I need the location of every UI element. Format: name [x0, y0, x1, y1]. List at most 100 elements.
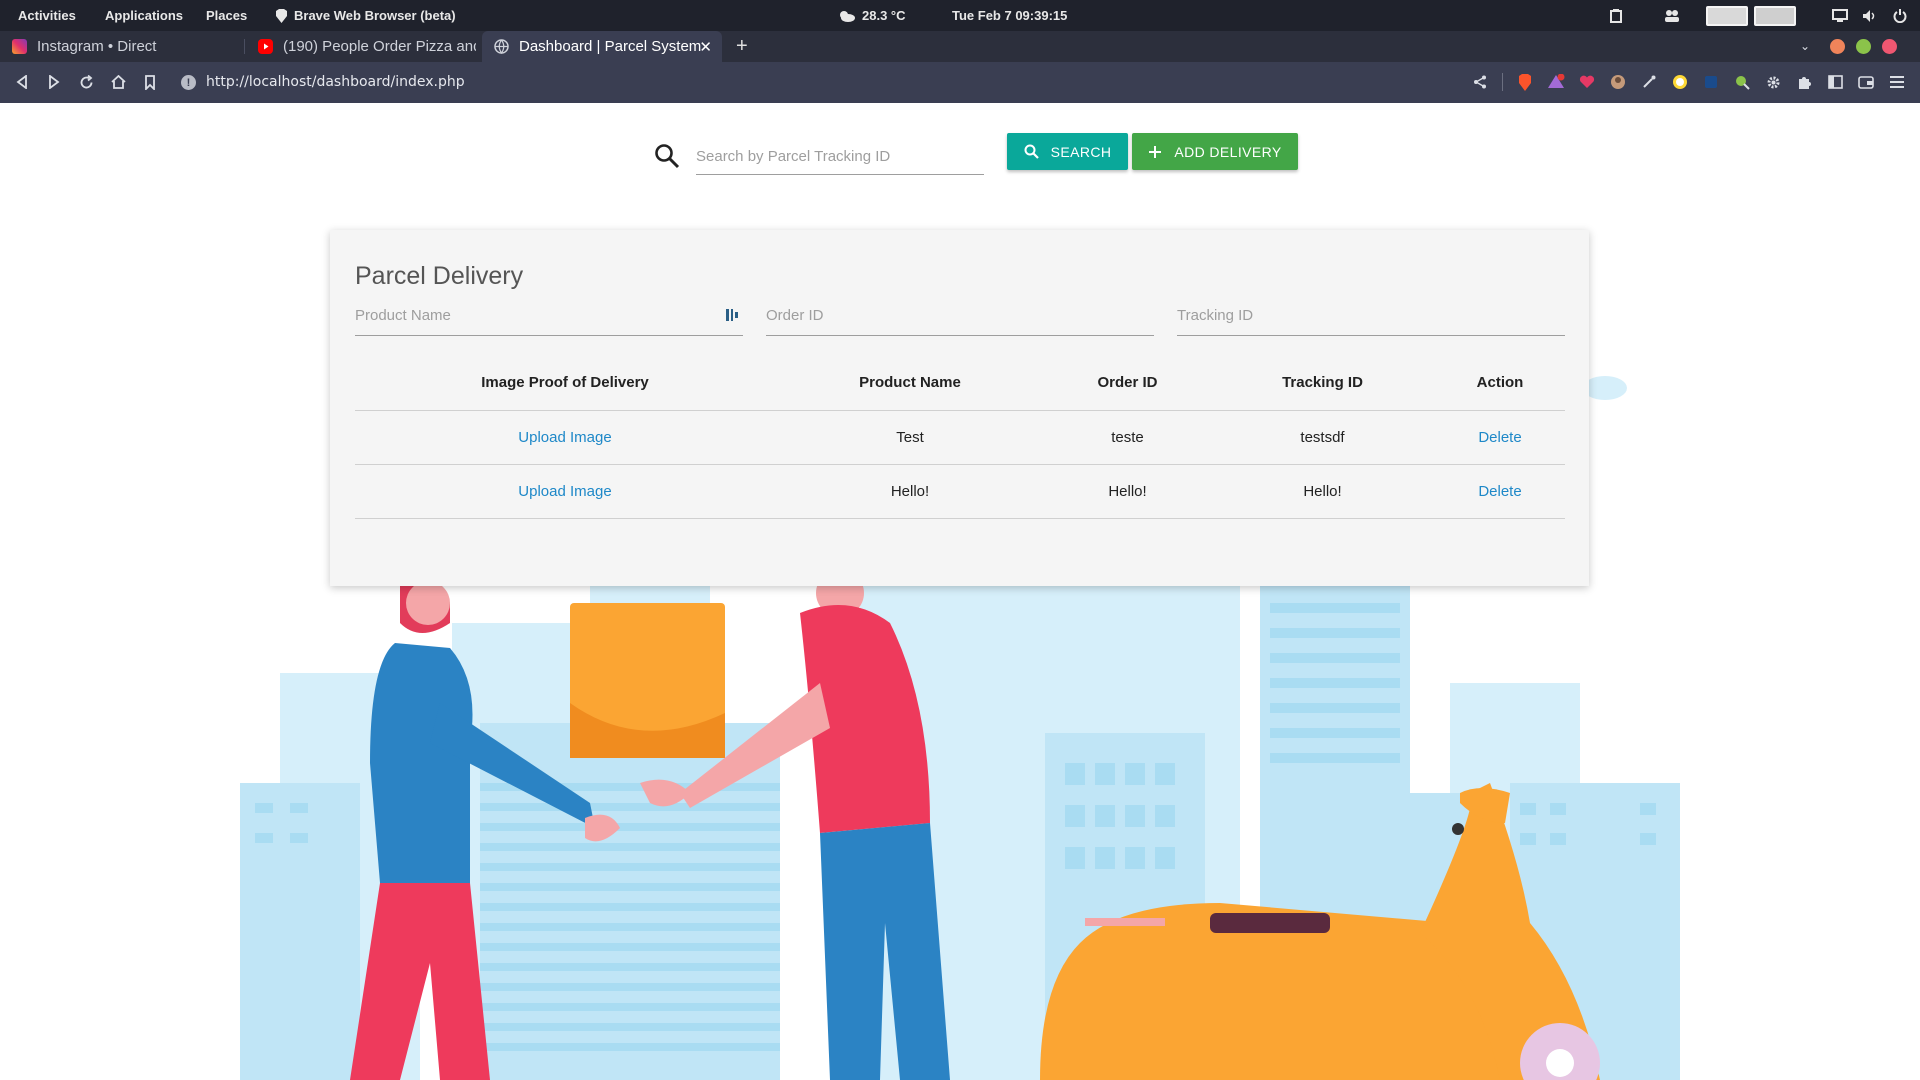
- search-icon: [1024, 144, 1039, 159]
- tab-instagram[interactable]: Instagram • Direct: [0, 31, 240, 62]
- add-delivery-label: ADD DELIVERY: [1174, 143, 1282, 160]
- new-tab-button[interactable]: +: [736, 31, 748, 62]
- product-name-filter: [355, 296, 743, 336]
- plus-icon: [1149, 145, 1162, 158]
- workspace-1-indicator[interactable]: [1706, 5, 1748, 26]
- share-icon[interactable]: [1471, 73, 1489, 91]
- add-delivery-button[interactable]: ADD DELIVERY: [1132, 133, 1298, 170]
- instagram-icon: [12, 39, 27, 54]
- menu-hamburger-icon[interactable]: [1888, 73, 1906, 91]
- pinned-extension-icon[interactable]: [1733, 73, 1751, 91]
- power-icon[interactable]: [1892, 8, 1908, 24]
- youtube-icon: [258, 39, 273, 54]
- back-icon[interactable]: [12, 72, 32, 92]
- action-cell: Delete: [1435, 410, 1565, 465]
- heart-extension-icon[interactable]: [1578, 73, 1596, 91]
- clock-label: Tue Feb 7 09:39:15: [952, 8, 1068, 23]
- close-tab-icon[interactable]: ✕: [699, 38, 712, 56]
- table-row: Upload Image Hello! Hello! Hello! Delete: [355, 464, 1565, 519]
- brave-rewards-icon[interactable]: [1547, 73, 1565, 91]
- home-icon[interactable]: [108, 72, 128, 92]
- weather-label: 28.3 °C: [862, 8, 906, 23]
- product-name-cell: Test: [775, 410, 1045, 465]
- upload-image-link[interactable]: Upload Image: [518, 483, 611, 500]
- close-window-button[interactable]: [1882, 39, 1897, 54]
- extensions-toolbar: [1471, 72, 1906, 92]
- table-row: Upload Image Test teste testsdf Delete: [355, 410, 1565, 465]
- wallet-icon[interactable]: [1857, 73, 1875, 91]
- page-content: SEARCH ADD DELIVERY Parcel Delivery: [0, 103, 1920, 1080]
- extensions-puzzle-icon[interactable]: [1795, 73, 1813, 91]
- translate-extension-icon[interactable]: [1702, 73, 1720, 91]
- search-icon: [655, 144, 680, 169]
- toolbar-divider: [1502, 73, 1503, 91]
- brave-shields-icon[interactable]: [1516, 73, 1534, 91]
- order-id-filter-input[interactable]: [766, 296, 1154, 336]
- app-menu[interactable]: Brave Web Browser (beta): [275, 0, 456, 31]
- system-top-bar: Activities Applications Places Brave Web…: [0, 0, 1920, 31]
- table-header-row: Image Proof of Delivery Product Name Ord…: [355, 356, 1565, 411]
- tab-label: Dashboard | Parcel System: [519, 38, 702, 55]
- tab-dashboard[interactable]: Dashboard | Parcel System ✕: [482, 31, 722, 62]
- order-id-filter: [766, 296, 1154, 336]
- deliveries-table: Image Proof of Delivery Product Name Ord…: [355, 356, 1565, 519]
- minimize-window-button[interactable]: [1830, 39, 1845, 54]
- settings-gear-icon[interactable]: [1764, 73, 1782, 91]
- bookmark-icon[interactable]: [140, 72, 160, 92]
- tracking-id-filter: [1177, 296, 1565, 336]
- search-bar: [650, 129, 990, 184]
- column-header-product-name: Product Name: [775, 356, 1045, 411]
- column-header-action: Action: [1435, 356, 1565, 411]
- applications-label: Applications: [105, 8, 184, 23]
- tracking-id-cell: Hello!: [1210, 464, 1435, 519]
- column-header-order-id: Order ID: [1045, 356, 1210, 411]
- url-field[interactable]: http://localhost/dashboard/index.php: [206, 74, 465, 90]
- reload-icon[interactable]: [76, 72, 96, 92]
- activities-label: Activities: [18, 8, 76, 23]
- product-name-filter-input[interactable]: [355, 296, 743, 336]
- parcel-delivery-card: Parcel Delivery Image Proof of Delivery …: [330, 230, 1589, 586]
- card-title: Parcel Delivery: [355, 262, 524, 290]
- clipboard-icon[interactable]: [1608, 8, 1624, 24]
- tab-youtube[interactable]: (190) People Order Pizza and I: [246, 31, 476, 62]
- tab-list-chevron-icon[interactable]: ⌄: [1800, 39, 1810, 53]
- app-name-label: Brave Web Browser (beta): [294, 8, 456, 23]
- search-button[interactable]: SEARCH: [1007, 133, 1128, 170]
- order-id-cell: teste: [1045, 410, 1210, 465]
- upload-image-link[interactable]: Upload Image: [518, 429, 611, 446]
- sidebar-toggle-icon[interactable]: [1826, 73, 1844, 91]
- product-name-cell: Hello!: [775, 464, 1045, 519]
- eyedropper-icon[interactable]: [1640, 73, 1658, 91]
- avatar-extension-icon[interactable]: [1609, 73, 1627, 91]
- tab-label: Instagram • Direct: [37, 38, 157, 55]
- site-info-icon[interactable]: !: [181, 75, 196, 90]
- people-icon[interactable]: [1664, 8, 1680, 24]
- applications-menu[interactable]: Applications: [105, 0, 183, 31]
- chat-extension-icon[interactable]: [1671, 73, 1689, 91]
- search-button-label: SEARCH: [1050, 143, 1112, 160]
- browser-tab-strip: Instagram • Direct (190) People Order Pi…: [0, 31, 1920, 62]
- order-id-cell: Hello!: [1045, 464, 1210, 519]
- maximize-window-button[interactable]: [1856, 39, 1871, 54]
- tab-divider: [244, 39, 245, 54]
- volume-icon[interactable]: [1862, 8, 1878, 24]
- tracking-id-search-input[interactable]: [696, 139, 984, 175]
- clock[interactable]: Tue Feb 7 09:39:15: [952, 0, 1067, 31]
- browser-toolbar: ! http://localhost/dashboard/index.php: [0, 62, 1920, 103]
- delete-link[interactable]: Delete: [1478, 483, 1521, 500]
- tracking-id-filter-input[interactable]: [1177, 296, 1565, 336]
- tab-label: (190) People Order Pizza and I: [283, 38, 476, 55]
- places-label: Places: [206, 8, 248, 23]
- activities-button[interactable]: Activities: [18, 0, 76, 31]
- places-menu[interactable]: Places: [206, 0, 247, 31]
- weather-indicator[interactable]: 28.3 °C: [838, 0, 906, 31]
- image-proof-cell: Upload Image: [355, 464, 775, 519]
- delete-link[interactable]: Delete: [1478, 429, 1521, 446]
- globe-icon: [494, 39, 509, 54]
- forward-icon[interactable]: [44, 72, 64, 92]
- password-manager-icon[interactable]: [725, 307, 739, 323]
- action-cell: Delete: [1435, 464, 1565, 519]
- workspace-2-indicator[interactable]: [1754, 5, 1796, 26]
- tracking-id-cell: testsdf: [1210, 410, 1435, 465]
- screen-icon[interactable]: [1832, 8, 1848, 24]
